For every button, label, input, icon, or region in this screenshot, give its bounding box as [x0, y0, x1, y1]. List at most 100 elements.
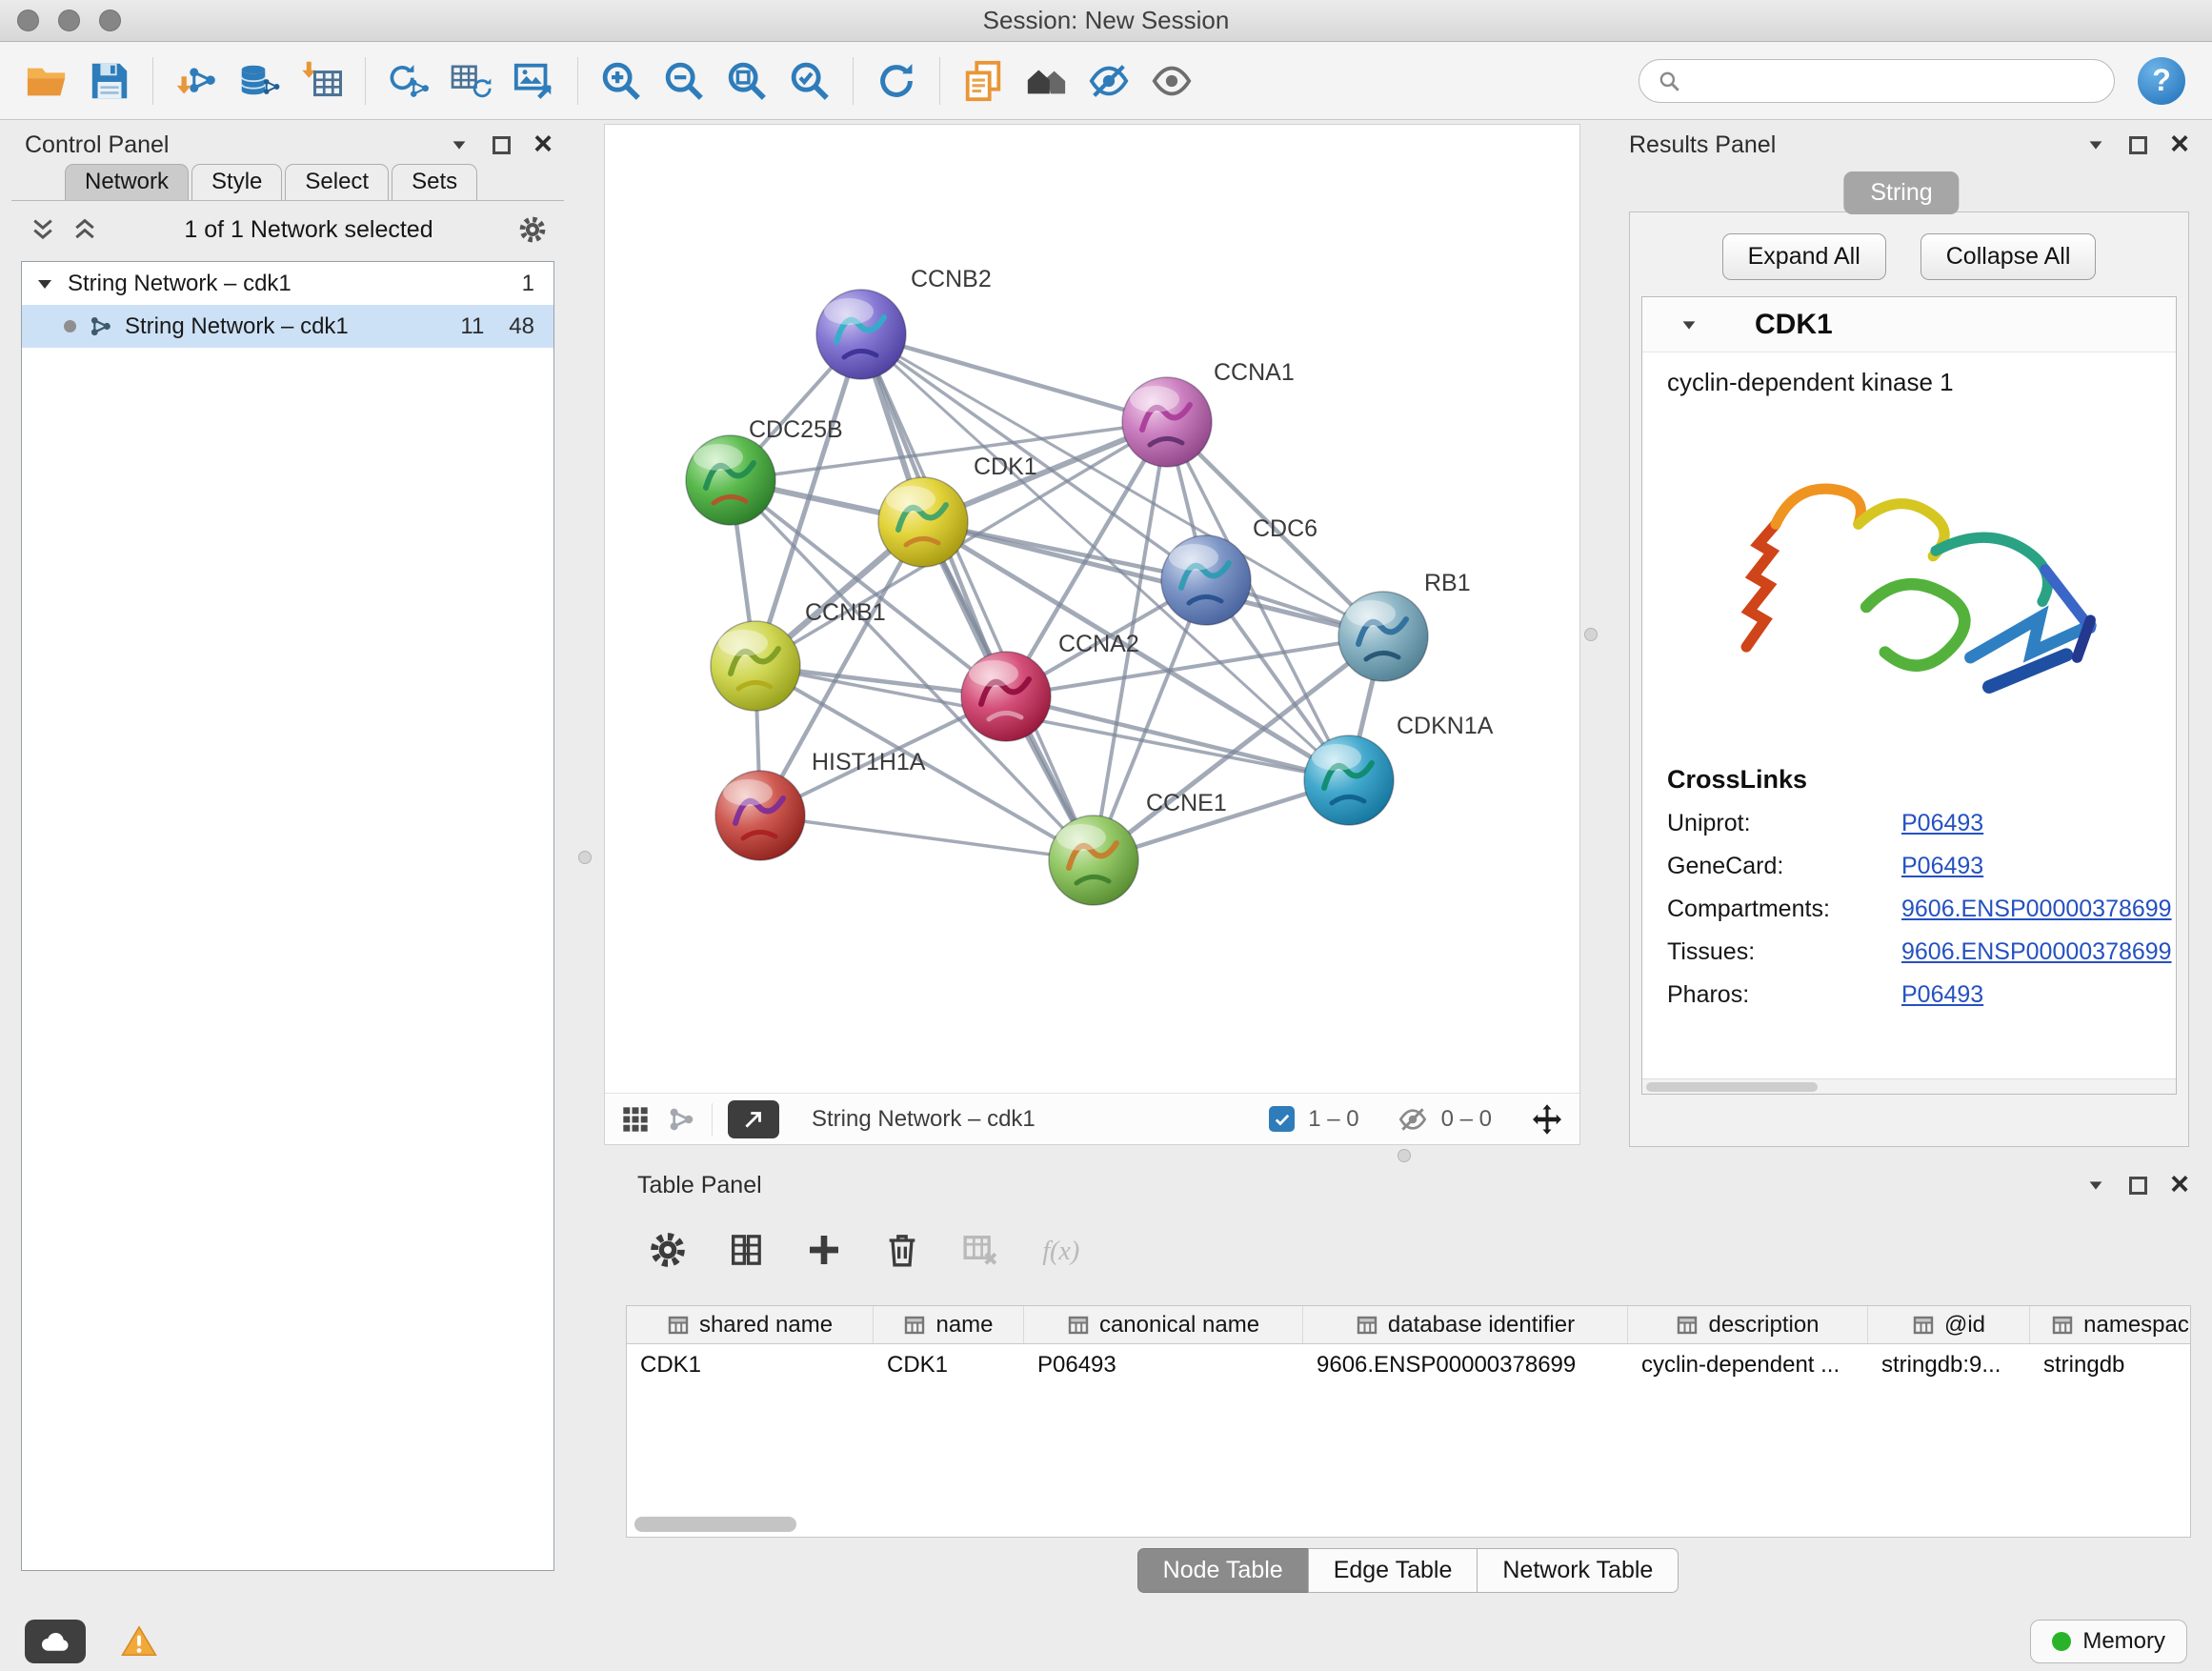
expand-all-button[interactable]: Expand All [1722, 233, 1886, 280]
column-header-canonical-name[interactable]: canonical name [1024, 1306, 1303, 1343]
edge-HIST1H1A-CCNE1[interactable] [760, 815, 1094, 860]
table-row[interactable]: CDK1CDK1P064939606.ENSP00000378699cyclin… [627, 1344, 2190, 1386]
tab-node-table[interactable]: Node Table [1137, 1548, 1309, 1593]
close-panel-icon[interactable]: × [2170, 1172, 2189, 1198]
table-panel-title: Table Panel [637, 1172, 762, 1199]
column-header-database-identifier[interactable]: database identifier [1303, 1306, 1628, 1343]
save-session-button[interactable] [78, 50, 141, 112]
crosslink-value-link[interactable]: P06493 [1901, 981, 1983, 1009]
expand-collection-caret-icon[interactable] [33, 272, 56, 295]
collapse-panel-icon[interactable] [2085, 1175, 2106, 1196]
protein-card-header[interactable]: CDK1 [1642, 297, 2176, 352]
scrollbar-thumb[interactable] [1646, 1082, 1818, 1092]
node-RB1[interactable] [1338, 592, 1428, 681]
tab-style[interactable]: Style [191, 164, 282, 200]
import-table-from-file-button[interactable] [291, 50, 353, 112]
crosslink-value-link[interactable]: 9606.ENSP00000378699 [1901, 938, 2172, 966]
zoom-out-button[interactable] [653, 50, 715, 112]
warnings-button[interactable] [114, 1620, 164, 1663]
tab-network-table[interactable]: Network Table [1477, 1548, 1679, 1593]
column-header-description[interactable]: description [1628, 1306, 1868, 1343]
crosslink-value-link[interactable]: 9606.ENSP00000378699 [1901, 896, 2172, 923]
window-zoom-button[interactable] [99, 10, 121, 31]
results-scrollbar[interactable] [1642, 1078, 2176, 1094]
horizontal-scrollbar-thumb[interactable] [634, 1517, 796, 1532]
tab-string[interactable]: String [1843, 171, 1959, 214]
open-session-button[interactable] [15, 50, 78, 112]
node-CDKN1A[interactable] [1304, 735, 1394, 825]
node-CDK1[interactable] [878, 477, 968, 567]
node-CDC25B[interactable] [686, 435, 775, 525]
tab-select[interactable]: Select [285, 164, 389, 200]
bottom-splitter-handle[interactable] [1398, 1149, 1411, 1162]
hidden-eye-slash-icon[interactable] [1398, 1104, 1428, 1135]
show-columns-icon[interactable] [727, 1231, 765, 1269]
network-view[interactable]: CCNB2CCNA1CDC25BCDK1CDC6RB1CCNB1CCNA2CDK… [604, 124, 1580, 1145]
cloud-button[interactable] [25, 1620, 86, 1663]
delete-column-trash-icon[interactable] [883, 1231, 921, 1269]
node-CCNB2[interactable] [816, 290, 906, 379]
add-column-icon[interactable] [805, 1231, 843, 1269]
crosslink-value-link[interactable]: P06493 [1901, 810, 1983, 837]
share-network-icon[interactable] [666, 1104, 696, 1135]
node-CCNB1[interactable] [711, 621, 800, 711]
window-minimize-button[interactable] [58, 10, 80, 31]
float-panel-icon[interactable] [2129, 1177, 2147, 1195]
node-table[interactable]: shared namenamecanonical namedatabase id… [626, 1305, 2191, 1538]
detach-view-button[interactable] [728, 1100, 779, 1138]
network-collection-row[interactable]: String Network – cdk1 1 [22, 262, 553, 305]
import-network-from-file-button[interactable] [165, 50, 228, 112]
tab-network[interactable]: Network [65, 164, 189, 200]
left-splitter-handle[interactable] [578, 851, 592, 864]
grid-view-icon[interactable] [620, 1104, 651, 1135]
node-CCNE1[interactable] [1049, 815, 1138, 905]
node-CCNA1[interactable] [1122, 377, 1212, 467]
float-panel-icon[interactable] [493, 136, 511, 154]
window-close-button[interactable] [17, 10, 39, 31]
memory-button[interactable]: Memory [2030, 1620, 2187, 1663]
clone-network-button[interactable] [440, 50, 503, 112]
float-panel-icon[interactable] [2129, 136, 2147, 154]
cytoscape-home-button[interactable] [1015, 50, 1077, 112]
collapse-all-networks-icon[interactable] [29, 215, 57, 244]
table-options-gear-icon[interactable] [649, 1231, 687, 1269]
close-panel-icon[interactable]: × [533, 131, 553, 157]
column-header-name[interactable]: name [874, 1306, 1024, 1343]
tab-sets[interactable]: Sets [392, 164, 477, 200]
export-document-button[interactable] [952, 50, 1015, 112]
close-panel-icon[interactable]: × [2170, 131, 2189, 157]
search-input[interactable] [1693, 68, 2097, 94]
show-hide-panels-button[interactable] [1140, 50, 1203, 112]
right-splitter-handle[interactable] [1584, 628, 1598, 641]
column-header--id[interactable]: @id [1868, 1306, 2030, 1343]
tab-edge-table[interactable]: Edge Table [1308, 1548, 1478, 1593]
move-crosshair-icon[interactable] [1530, 1102, 1564, 1137]
edge-CCNB2-CCNE1[interactable] [861, 334, 1094, 860]
selected-checkbox[interactable] [1269, 1106, 1295, 1132]
expand-all-networks-icon[interactable] [70, 215, 99, 244]
export-image-button[interactable] [503, 50, 566, 112]
apply-layout-button[interactable] [865, 50, 928, 112]
node-CDC6[interactable] [1161, 535, 1251, 625]
new-network-icon [386, 59, 432, 103]
zoom-in-button[interactable] [590, 50, 653, 112]
collapse-panel-icon[interactable] [2085, 134, 2106, 155]
import-network-from-database-button[interactable] [228, 50, 291, 112]
collapse-section-caret-icon[interactable] [1679, 314, 1699, 335]
network-row[interactable]: String Network – cdk1 11 48 [22, 305, 553, 348]
column-header-shared-name[interactable]: shared name [627, 1306, 874, 1343]
help-button[interactable]: ? [2138, 57, 2185, 105]
toggle-graphics-details-button[interactable] [1077, 50, 1140, 112]
crosslink-value-link[interactable]: P06493 [1901, 853, 1983, 880]
node-CCNA2[interactable] [961, 652, 1051, 741]
zoom-fit-button[interactable] [715, 50, 778, 112]
search-box[interactable] [1639, 59, 2115, 103]
collapse-all-button[interactable]: Collapse All [1920, 233, 2097, 280]
new-network-button[interactable] [377, 50, 440, 112]
collapse-panel-icon[interactable] [449, 134, 470, 155]
node-HIST1H1A[interactable] [715, 771, 805, 860]
network-canvas[interactable]: CCNB2CCNA1CDC25BCDK1CDC6RB1CCNB1CCNA2CDK… [605, 125, 1579, 1093]
zoom-selected-button[interactable] [778, 50, 841, 112]
column-header-namespac[interactable]: namespac [2030, 1306, 2191, 1343]
network-options-gear-icon[interactable] [518, 215, 547, 244]
